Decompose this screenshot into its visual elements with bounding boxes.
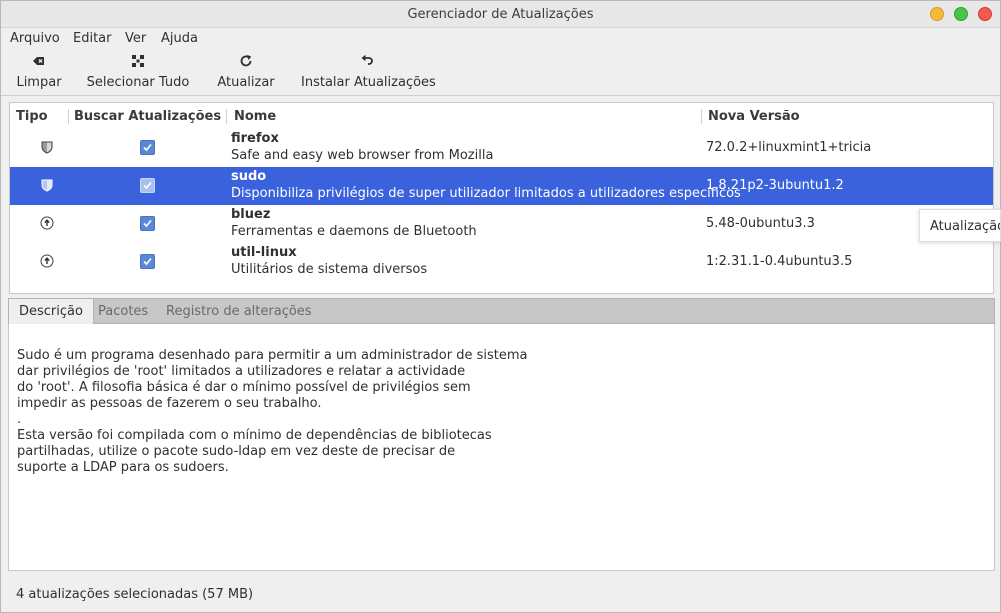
clear-button[interactable]: Limpar — [13, 54, 65, 94]
update-checkbox[interactable] — [140, 140, 155, 155]
close-button[interactable] — [978, 7, 992, 21]
update-manager-window: Gerenciador de Atualizações Arquivo Edit… — [0, 0, 1001, 613]
menu-ver[interactable]: Ver — [125, 31, 146, 46]
update-row-util-linux[interactable]: util-linux Utilitários de sistema divers… — [10, 243, 993, 281]
upgrade-arrow-icon — [40, 216, 54, 230]
minimize-button[interactable] — [930, 7, 944, 21]
tab-packages[interactable]: Pacotes — [88, 299, 158, 324]
undo-arrow-icon — [361, 54, 373, 65]
tab-description[interactable]: Descrição — [9, 299, 94, 324]
window-title: Gerenciador de Atualizações — [407, 7, 594, 22]
update-checkbox[interactable] — [140, 254, 155, 269]
updates-list[interactable]: Tipo Buscar Atualizações Nome Nova Versã… — [9, 102, 994, 294]
column-header-check[interactable]: Buscar Atualizações — [74, 103, 221, 130]
column-header-version[interactable]: Nova Versão — [708, 103, 800, 130]
menu-ajuda[interactable]: Ajuda — [161, 31, 198, 46]
column-separator — [701, 109, 702, 124]
upgrade-arrow-icon — [40, 254, 54, 268]
package-version: 1.8.21p2-3ubuntu1.2 — [706, 178, 844, 193]
update-checkbox[interactable] — [140, 216, 155, 231]
description-pane: Sudo é um programa desenhado para permit… — [8, 324, 995, 571]
checkmark-icon — [143, 257, 152, 266]
type-tooltip: Atualização — [919, 209, 1001, 242]
checkmark-icon — [143, 219, 152, 228]
shield-icon — [41, 179, 53, 192]
menu-editar[interactable]: Editar — [73, 31, 112, 46]
install-updates-label: Instalar Atualizações — [301, 75, 436, 90]
package-description: Utilitários de sistema diversos — [231, 262, 428, 277]
column-header-name[interactable]: Nome — [234, 103, 276, 130]
package-name: util-linux — [231, 245, 297, 260]
description-line: . — [17, 412, 22, 427]
description-line: do 'root'. A filosofia básica é dar o mí… — [17, 380, 471, 395]
menu-arquivo[interactable]: Arquivo — [10, 31, 60, 46]
shield-icon — [41, 141, 53, 154]
clear-label: Limpar — [16, 75, 62, 90]
package-version: 72.0.2+linuxmint1+tricia — [706, 140, 872, 155]
refresh-label: Atualizar — [217, 75, 275, 90]
package-description: Disponibiliza privilégios de super utili… — [231, 186, 741, 201]
checkmark-icon — [143, 181, 152, 190]
update-row-sudo[interactable]: sudo Disponibiliza privilégios de super … — [10, 167, 993, 205]
refresh-button[interactable]: Atualizar — [213, 54, 279, 94]
install-updates-button[interactable]: Instalar Atualizações — [301, 54, 436, 94]
update-row-bluez[interactable]: bluez Ferramentas e daemons de Bluetooth… — [10, 205, 993, 243]
description-line: partilhadas, utilize o pacote sudo-ldap … — [17, 444, 456, 459]
description-line: dar privilégios de 'root' limitados a ut… — [17, 364, 466, 379]
maximize-button[interactable] — [954, 7, 968, 21]
tab-changelog[interactable]: Registro de alterações — [156, 299, 322, 324]
description-line: impedir as pessoas de fazerem o seu trab… — [17, 396, 322, 411]
toolbar: Limpar Selecionar Tudo Atualizar Instala… — [1, 50, 1000, 96]
description-line: Sudo é um programa desenhado para permit… — [17, 348, 528, 363]
package-name: sudo — [231, 169, 267, 184]
select-all-icon — [132, 55, 144, 67]
title-bar: Gerenciador de Atualizações — [1, 1, 1000, 28]
package-version: 1:2.31.1-0.4ubuntu3.5 — [706, 254, 853, 269]
refresh-icon — [240, 54, 252, 67]
select-all-button[interactable]: Selecionar Tudo — [85, 54, 191, 94]
status-text: 4 atualizações selecionadas (57 MB) — [16, 587, 254, 602]
package-version: 5.48-0ubuntu3.3 — [706, 216, 815, 231]
update-row-firefox[interactable]: firefox Safe and easy web browser from M… — [10, 129, 993, 167]
update-checkbox[interactable] — [140, 178, 155, 193]
description-line: suporte a LDAP para os sudoers. — [17, 460, 229, 475]
package-description: Ferramentas e daemons de Bluetooth — [231, 224, 477, 239]
menu-bar: Arquivo Editar Ver Ajuda — [1, 28, 1000, 50]
description-line: Esta versão foi compilada com o mínimo d… — [17, 428, 492, 443]
package-description: Safe and easy web browser from Mozilla — [231, 148, 494, 163]
column-separator — [226, 109, 227, 124]
package-name: bluez — [231, 207, 271, 222]
column-separator — [68, 109, 69, 124]
details-tabs: Descrição Pacotes Registro de alterações — [8, 298, 995, 324]
checkmark-icon — [143, 143, 152, 152]
column-header-type[interactable]: Tipo — [16, 103, 48, 130]
clear-icon — [33, 57, 44, 65]
select-all-label: Selecionar Tudo — [86, 75, 190, 90]
package-name: firefox — [231, 131, 279, 146]
